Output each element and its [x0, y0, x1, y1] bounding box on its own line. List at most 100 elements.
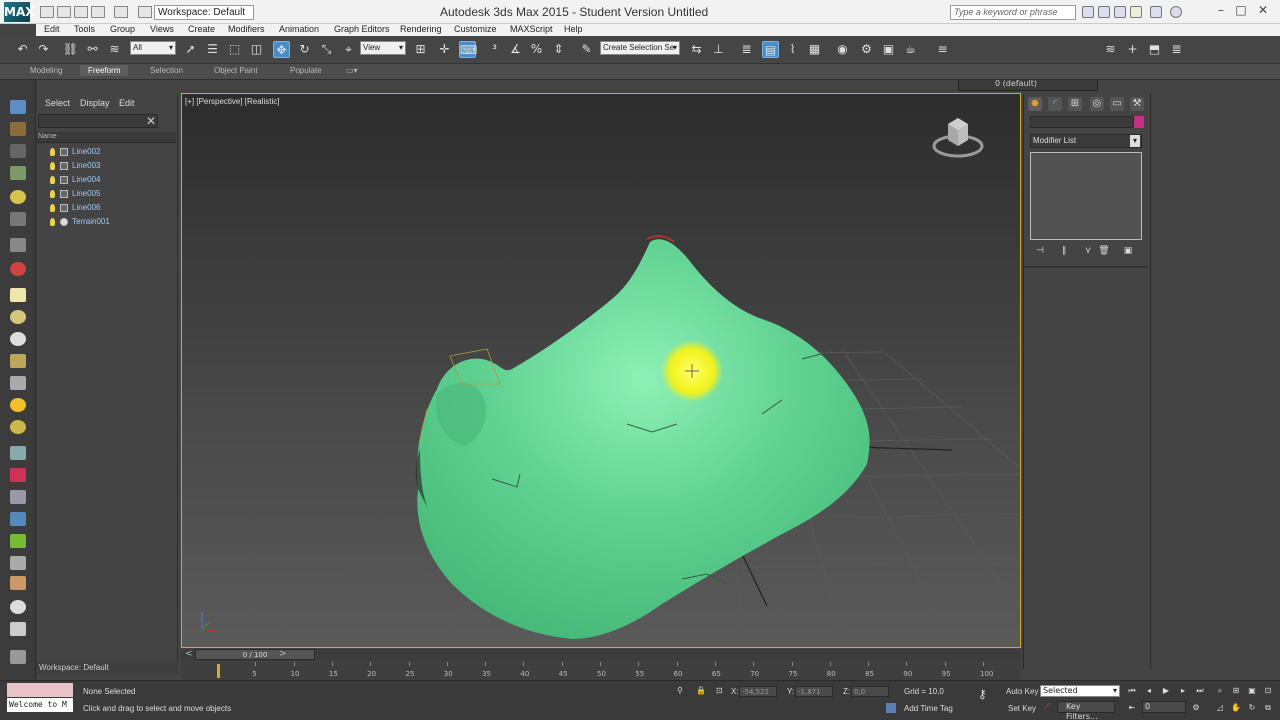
selection-filter-dropdown[interactable]: All: [130, 41, 176, 55]
show-end-result-icon[interactable]: ∥: [1058, 246, 1070, 256]
reference-coordinate-dropdown[interactable]: View: [360, 41, 406, 55]
zoom-all-icon[interactable]: ⊞: [1230, 686, 1242, 696]
next-frame-icon[interactable]: ▸: [1177, 686, 1189, 696]
keyboard-shortcut-toggle-button[interactable]: ⌨: [459, 41, 477, 58]
track-bar[interactable]: 5 10 15 20 25 30 35 40 45 50 55 60 65 70 75 80 85 90 95 100: [181, 662, 1021, 680]
scene-search-input[interactable]: [38, 114, 158, 128]
light-bulb-icon[interactable]: [10, 190, 26, 204]
time-slider-thumb[interactable]: 0 / 100: [195, 649, 315, 660]
menu-customize[interactable]: Customize: [454, 24, 497, 34]
frozen-filter-icon[interactable]: [10, 534, 26, 548]
select-and-scale-button[interactable]: ⤡: [318, 41, 335, 58]
select-and-link-button[interactable]: ⛓: [62, 41, 79, 58]
key-mode-icon[interactable]: ⇤: [1126, 703, 1138, 713]
edit-named-selection-button[interactable]: ✎: [578, 41, 595, 58]
render-production-button[interactable]: ☕: [902, 41, 919, 58]
open-file-icon[interactable]: [57, 6, 71, 18]
pin-stack-icon[interactable]: ⊣: [1034, 246, 1046, 256]
scene-object-row[interactable]: Line004: [36, 174, 176, 187]
workspace-dropdown[interactable]: Workspace: Default: [154, 5, 254, 20]
go-to-end-icon[interactable]: ⏭: [1194, 686, 1206, 696]
scene-object-row[interactable]: Line005: [36, 188, 176, 201]
name-column-header[interactable]: Name: [36, 132, 176, 143]
se-menu-display[interactable]: Display: [80, 98, 110, 108]
menu-create[interactable]: Create: [188, 24, 215, 34]
mirror-button[interactable]: ⇆: [688, 41, 705, 58]
helper-filter-icon[interactable]: [10, 376, 26, 390]
select-object-button[interactable]: ➚: [182, 41, 199, 58]
time-slider[interactable]: < 0 / 100 >: [181, 649, 1021, 661]
sphere-filter-icon[interactable]: [10, 600, 26, 614]
window-crossing-button[interactable]: ◫: [248, 41, 265, 58]
layer-manager-button[interactable]: ≣: [738, 41, 755, 58]
z-coord-field[interactable]: 0,0: [851, 686, 889, 697]
auto-key-button[interactable]: Auto Key: [1006, 687, 1038, 696]
create-tab-icon[interactable]: ✸: [1028, 97, 1042, 111]
light-bulb-icon[interactable]: [50, 218, 55, 226]
menu-tools[interactable]: Tools: [74, 24, 95, 34]
menu-help[interactable]: Help: [564, 24, 583, 34]
se-menu-select[interactable]: Select: [45, 98, 70, 108]
absolute-mode-icon[interactable]: ⊡: [716, 686, 723, 695]
place-button[interactable]: ⌖: [340, 41, 357, 58]
add-time-tag-button[interactable]: Add Time Tag: [904, 704, 953, 713]
scene-explorer-icon[interactable]: [10, 166, 26, 180]
menu-rendering[interactable]: Rendering: [400, 24, 442, 34]
key-filters-button[interactable]: Key Filters...: [1057, 701, 1115, 720]
unlink-button[interactable]: ⚯: [84, 41, 101, 58]
go-to-start-icon[interactable]: ⏮: [1126, 686, 1138, 696]
close-button[interactable]: ✕: [1254, 3, 1272, 19]
light-bulb-icon[interactable]: [50, 190, 55, 198]
time-slider-prev-icon[interactable]: <: [185, 649, 193, 659]
set-current-layer-button[interactable]: ≣: [1168, 41, 1185, 58]
render-setup-button[interactable]: ⚙: [858, 41, 875, 58]
light-filter-icon[interactable]: [10, 332, 26, 346]
schematic-view-button[interactable]: ▦: [806, 41, 823, 58]
subscription-icon[interactable]: [1098, 6, 1110, 18]
particle-filter-icon[interactable]: [10, 468, 26, 482]
add-to-layer-button[interactable]: +: [1124, 41, 1141, 58]
app-menu-button[interactable]: MAX: [4, 2, 34, 22]
set-key-button[interactable]: Set Key: [1008, 704, 1036, 713]
isolate-selection-icon[interactable]: ⚲: [677, 686, 683, 695]
favorites-star-icon[interactable]: [1130, 6, 1142, 18]
previous-frame-icon[interactable]: ◂: [1143, 686, 1155, 696]
display-tab-icon[interactable]: ▭: [1110, 97, 1124, 111]
modifier-stack[interactable]: [1030, 152, 1142, 240]
zoom-extents-icon[interactable]: ▣: [1246, 686, 1258, 696]
menu-maxscript[interactable]: MAXScript: [510, 24, 553, 34]
freeze-icon[interactable]: [10, 238, 26, 252]
maxscript-listener-field[interactable]: [7, 683, 73, 697]
curve-editor-button[interactable]: ⌇: [784, 41, 801, 58]
percent-snap-button[interactable]: %: [528, 41, 545, 58]
redo-icon[interactable]: [114, 6, 128, 18]
menu-edit[interactable]: Edit: [44, 24, 60, 34]
select-manipulate-button[interactable]: ✛: [436, 41, 453, 58]
spacewarp-filter-icon[interactable]: [10, 420, 26, 434]
bind-space-warp-button[interactable]: ≋: [106, 41, 123, 58]
dependency-icon[interactable]: [10, 576, 26, 590]
time-slider-next-icon[interactable]: >: [279, 649, 287, 659]
viewcube[interactable]: [932, 116, 984, 158]
motion-tab-icon[interactable]: ◎: [1090, 97, 1104, 111]
maximize-button[interactable]: □: [1232, 3, 1250, 19]
lock-selection-icon[interactable]: 🔒: [696, 686, 706, 695]
set-key-filter-icon[interactable]: ⟋: [1044, 702, 1050, 712]
rect-selection-button[interactable]: ⬚: [226, 41, 243, 58]
rendered-frame-window-button[interactable]: ▣: [880, 41, 897, 58]
select-and-rotate-button[interactable]: ↻: [296, 41, 313, 58]
display-icon[interactable]: [10, 212, 26, 226]
geometry-filter-icon[interactable]: [10, 288, 26, 302]
tab-freeform[interactable]: Freeform: [80, 65, 129, 76]
project-folder-icon[interactable]: [138, 6, 152, 18]
x-coord-field[interactable]: -54,521: [739, 686, 777, 697]
redo-button[interactable]: ↷: [35, 41, 52, 58]
object-color-swatch[interactable]: [1134, 116, 1144, 128]
undo-icon[interactable]: [91, 6, 105, 18]
remove-modifier-icon[interactable]: 🗑: [1098, 246, 1110, 256]
help-icon[interactable]: [1170, 6, 1182, 18]
light-bulb-icon[interactable]: [50, 176, 55, 184]
tab-selection[interactable]: Selection: [150, 66, 183, 75]
zoom-extents-all-icon[interactable]: ⊡: [1262, 686, 1274, 696]
bone-filter-icon[interactable]: [10, 446, 26, 460]
